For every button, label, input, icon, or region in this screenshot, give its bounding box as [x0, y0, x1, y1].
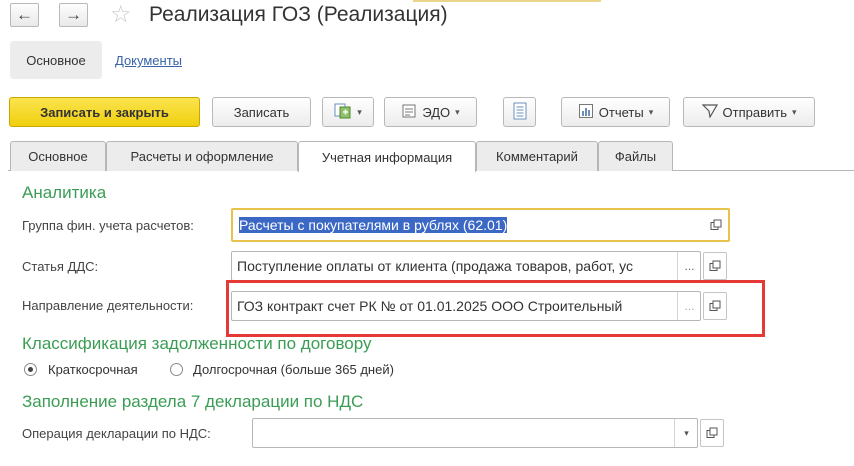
window-title: Реализация ГОЗ (Реализация)	[149, 3, 448, 26]
fin-group-field[interactable]: Расчеты с покупателями в рублях (62.01)	[231, 208, 730, 242]
section-analytics-heading: Аналитика	[22, 183, 107, 202]
tab-comment[interactable]: Комментарий	[476, 141, 598, 171]
dds-field[interactable]: Поступление оплаты от клиента (продажа т…	[231, 251, 701, 281]
highlight-box	[226, 280, 765, 337]
send-icon	[701, 103, 718, 121]
radio-short-term[interactable]: Краткосрочная	[24, 362, 184, 378]
vat-operation-field[interactable]: ▾	[252, 418, 698, 448]
vat-operation-dropdown[interactable]: ▾	[674, 419, 698, 447]
open-icon	[709, 260, 721, 271]
radio-short-term-indicator[interactable]	[24, 363, 37, 376]
open-icon	[706, 427, 718, 438]
reports-label: Отчеты	[598, 104, 644, 120]
edo-label: ЭДО	[422, 104, 451, 120]
arrow-left-icon: ←	[16, 5, 33, 24]
direction-label: Направление деятельности:	[22, 298, 194, 313]
caret-down-icon: ▾	[648, 106, 654, 117]
section-vat-heading: Заполнение раздела 7 декларации по НДС	[22, 392, 364, 411]
send-button[interactable]: Отправить ▾	[683, 97, 815, 127]
create-based-on-button[interactable]: ▾	[322, 97, 374, 127]
fin-group-value: Расчеты с покупателями в рублях (62.01)	[239, 217, 508, 233]
send-label: Отправить	[722, 104, 787, 120]
dds-value: Поступление оплаты от клиента (продажа т…	[237, 258, 634, 274]
caret-down-icon: ▾	[684, 427, 689, 438]
reports-button[interactable]: Отчеты ▾	[561, 97, 670, 127]
open-icon	[710, 219, 722, 230]
radio-long-term[interactable]: Долгосрочная (больше 365 дней)	[170, 362, 450, 378]
report-icon	[578, 103, 594, 122]
save-and-close-button[interactable]: Записать и закрыть	[9, 97, 200, 127]
radio-long-term-indicator[interactable]	[170, 363, 183, 376]
favorite-star-icon[interactable]: ☆	[110, 2, 132, 28]
nav-documents[interactable]: Документы	[115, 53, 182, 68]
arrow-right-icon: →	[65, 5, 82, 24]
dds-label: Статья ДДС:	[22, 259, 99, 274]
vat-operation-open-button[interactable]	[700, 419, 724, 447]
section-debt-heading: Классификация задолженности по договору	[22, 334, 372, 353]
vat-operation-label: Операция декларации по НДС:	[22, 426, 211, 441]
caret-down-icon: ▾	[791, 106, 797, 117]
list-button[interactable]	[503, 97, 536, 127]
forward-button[interactable]: →	[59, 3, 88, 27]
create-based-icon	[334, 103, 352, 122]
nav-main[interactable]: Основное	[10, 41, 102, 79]
fin-group-label: Группа фин. учета расчетов:	[22, 218, 194, 233]
back-button[interactable]: ←	[10, 3, 39, 27]
caret-down-icon: ▾	[455, 106, 460, 117]
radio-short-term-label: Краткосрочная	[48, 362, 138, 377]
tab-main[interactable]: Основное	[10, 141, 106, 171]
fin-group-open-button[interactable]	[704, 211, 728, 239]
edo-button[interactable]: ЭДО ▾	[384, 97, 477, 127]
edo-icon	[401, 103, 417, 122]
tab-payments[interactable]: Расчеты и оформление	[106, 141, 298, 171]
caret-down-icon: ▾	[357, 106, 362, 117]
tab-accounting-info[interactable]: Учетная информация	[298, 141, 476, 172]
save-button[interactable]: Записать	[212, 97, 311, 127]
document-list-icon	[513, 102, 527, 123]
dds-select-button[interactable]: ...	[677, 252, 701, 280]
radio-long-term-label: Долгосрочная (больше 365 дней)	[193, 362, 394, 377]
tab-files[interactable]: Файлы	[598, 141, 673, 171]
title-decoration	[413, 0, 601, 2]
dds-open-button[interactable]	[703, 252, 727, 280]
